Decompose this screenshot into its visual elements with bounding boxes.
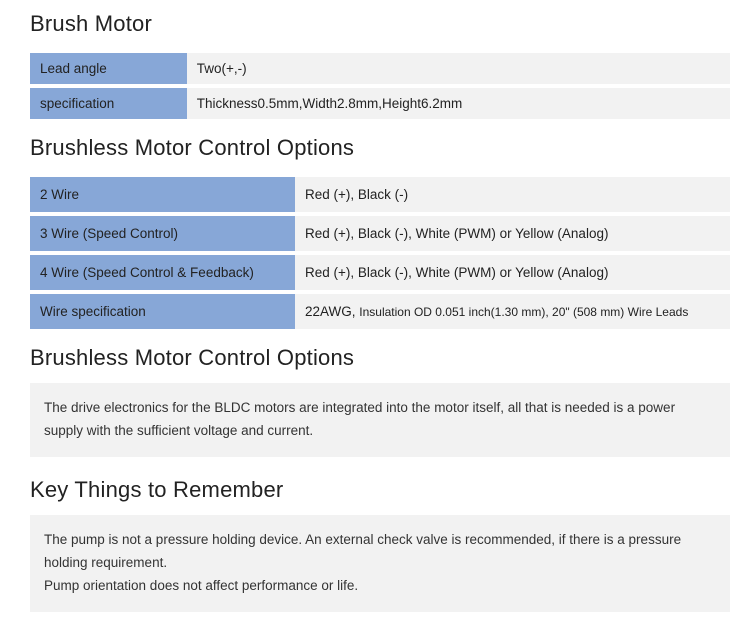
cell-val: 22AWG, Insulation OD 0.051 inch(1.30 mm)… — [295, 294, 730, 329]
note-line-2: Pump orientation does not affect perform… — [44, 575, 716, 598]
wire-spec-prefix: 22AWG, — [305, 304, 359, 319]
table-row: Lead angle Two(+,-) — [30, 53, 730, 84]
cell-key: 4 Wire (Speed Control & Feedback) — [30, 255, 295, 290]
table-row: Wire specification 22AWG, Insulation OD … — [30, 294, 730, 329]
note-line-1: The pump is not a pressure holding devic… — [44, 529, 716, 575]
cell-key: 2 Wire — [30, 177, 295, 212]
heading-brush-motor: Brush Motor — [30, 11, 730, 37]
cell-val: Two(+,-) — [187, 53, 730, 84]
note-box-drive-electronics: The drive electronics for the BLDC motor… — [30, 383, 730, 457]
cell-val: Thickness0.5mm,Width2.8mm,Height6.2mm — [187, 88, 730, 119]
cell-key: 3 Wire (Speed Control) — [30, 216, 295, 251]
table-brush-motor: Lead angle Two(+,-) specification Thickn… — [30, 49, 730, 123]
heading-brushless-options-note: Brushless Motor Control Options — [30, 345, 730, 371]
heading-brushless-options-table: Brushless Motor Control Options — [30, 135, 730, 161]
table-row: 2 Wire Red (+), Black (-) — [30, 177, 730, 212]
cell-val: Red (+), Black (-) — [295, 177, 730, 212]
table-row: specification Thickness0.5mm,Width2.8mm,… — [30, 88, 730, 119]
note-box-key-things: The pump is not a pressure holding devic… — [30, 515, 730, 612]
cell-key: Wire specification — [30, 294, 295, 329]
wire-spec-detail: Insulation OD 0.051 inch(1.30 mm), 20" (… — [359, 305, 688, 319]
table-brushless-options: 2 Wire Red (+), Black (-) 3 Wire (Speed … — [30, 173, 730, 333]
table-row: 4 Wire (Speed Control & Feedback) Red (+… — [30, 255, 730, 290]
cell-key: specification — [30, 88, 187, 119]
cell-key: Lead angle — [30, 53, 187, 84]
note-text: The drive electronics for the BLDC motor… — [44, 400, 675, 438]
cell-val: Red (+), Black (-), White (PWM) or Yello… — [295, 255, 730, 290]
heading-key-things: Key Things to Remember — [30, 477, 730, 503]
table-row: 3 Wire (Speed Control) Red (+), Black (-… — [30, 216, 730, 251]
cell-val: Red (+), Black (-), White (PWM) or Yello… — [295, 216, 730, 251]
